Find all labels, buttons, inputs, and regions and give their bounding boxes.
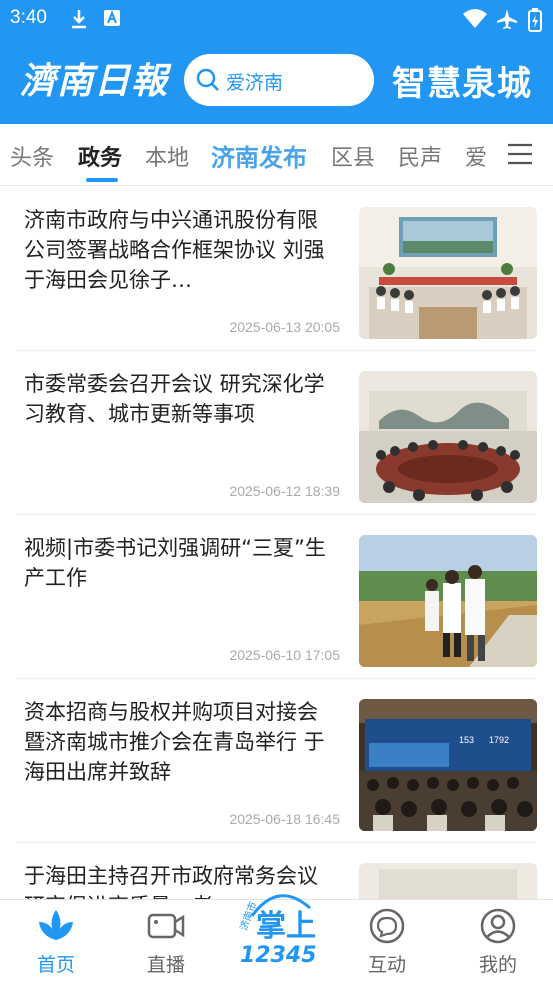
tab-headlines[interactable]: 头条 [10, 140, 54, 172]
chat-bubble-icon [369, 908, 405, 944]
user-profile-icon [480, 908, 516, 944]
news-date: 2025-06-18 16:45 [229, 811, 340, 827]
news-title: 资本招商与股权并购项目对接会暨济南城市推介会在青岛举行 于海田出席并致辞 [24, 700, 325, 784]
tab-public-voice[interactable]: 民声 [398, 140, 442, 172]
hotline-12345-button[interactable]: 济南市 掌上 12345 [232, 886, 324, 978]
search-bar[interactable]: 爱济南 [184, 54, 374, 106]
hotline-badge-number: 12345 [240, 943, 317, 968]
news-item[interactable]: 市委常委会召开会议 研究深化学习教育、城市更新等事项 2025-06-12 18… [16, 351, 537, 515]
menu-icon[interactable] [507, 142, 533, 166]
tab-jinan-release[interactable]: 济南发布 [211, 138, 307, 173]
nav-interact-label: 互动 [367, 954, 406, 976]
nav-interact[interactable]: 互动 [347, 906, 427, 977]
tab-government[interactable]: 政务 [78, 140, 122, 172]
wifi-icon [463, 9, 487, 28]
tab-local[interactable]: 本地 [145, 140, 189, 172]
tab-ai[interactable]: 爱 [465, 140, 487, 172]
news-title: 济南市政府与中兴通讯股份有限公司签署战略合作框架协议 刘强于海田会见徐子… [24, 208, 325, 292]
nav-home-label: 首页 [36, 954, 75, 976]
status-time: 3:40 [10, 7, 47, 28]
thumbnail-number-2: 1792 [489, 735, 509, 745]
bottom-navigation: 首页 直播 济南市 掌上 12345 互动 我的 [0, 894, 553, 983]
news-title: 视频|市委书记刘强调研“三夏”生产工作 [24, 536, 326, 590]
news-thumbnail [359, 863, 537, 899]
news-item[interactable]: 济南市政府与中兴通讯股份有限公司签署战略合作框架协议 刘强于海田会见徐子… 20… [16, 187, 537, 351]
nav-profile-label: 我的 [478, 954, 517, 976]
hotline-12345-badge: 济南市 掌上 12345 [237, 894, 317, 968]
news-thumbnail [359, 371, 537, 503]
hotline-badge-title: 掌上 [256, 909, 316, 944]
category-tabs: 头条 政务 本地 济南发布 区县 民声 爱 [0, 124, 553, 186]
news-thumbnail [359, 535, 537, 667]
lotus-home-icon [39, 910, 73, 940]
news-item[interactable]: 资本招商与股权并购项目对接会暨济南城市推介会在青岛举行 于海田出席并致辞 202… [16, 679, 537, 843]
active-tab-indicator [86, 178, 118, 182]
smart-quancheng-logo: 智慧泉城 [392, 64, 532, 104]
news-item[interactable]: 视频|市委书记刘强调研“三夏”生产工作 2025-06-10 17:05 [16, 515, 537, 679]
app-header: 濟南日報 爱济南 智慧泉城 [0, 38, 553, 124]
top-bar: 3:40 濟南日報 爱济南 智慧泉城 [0, 0, 553, 124]
tab-districts[interactable]: 区县 [331, 140, 375, 172]
search-icon [196, 68, 219, 91]
news-date: 2025-06-12 18:39 [229, 483, 340, 499]
nav-home[interactable]: 首页 [16, 906, 96, 977]
video-camera-icon [147, 913, 185, 939]
nav-live[interactable]: 直播 [126, 906, 206, 977]
airplane-mode-icon [497, 9, 517, 29]
jinan-daily-logo: 濟南日報 [20, 60, 169, 102]
thumbnail-number-1: 153 [459, 735, 474, 745]
news-date: 2025-06-10 17:05 [229, 647, 340, 663]
battery-icon [528, 8, 542, 32]
nav-profile[interactable]: 我的 [458, 906, 538, 977]
news-title: 市委常委会召开会议 研究深化学习教育、城市更新等事项 [24, 372, 325, 426]
search-placeholder: 爱济南 [226, 72, 284, 94]
nav-live-label: 直播 [146, 954, 185, 976]
news-thumbnail [359, 207, 537, 339]
status-bar: 3:40 [0, 0, 553, 38]
app-notification-icon [104, 10, 120, 26]
news-date: 2025-06-13 20:05 [229, 319, 340, 335]
download-icon [72, 10, 86, 29]
news-feed: 济南市政府与中兴通讯股份有限公司签署战略合作框架协议 刘强于海田会见徐子… 20… [0, 187, 553, 899]
news-thumbnail: 153 1792 [359, 699, 537, 831]
